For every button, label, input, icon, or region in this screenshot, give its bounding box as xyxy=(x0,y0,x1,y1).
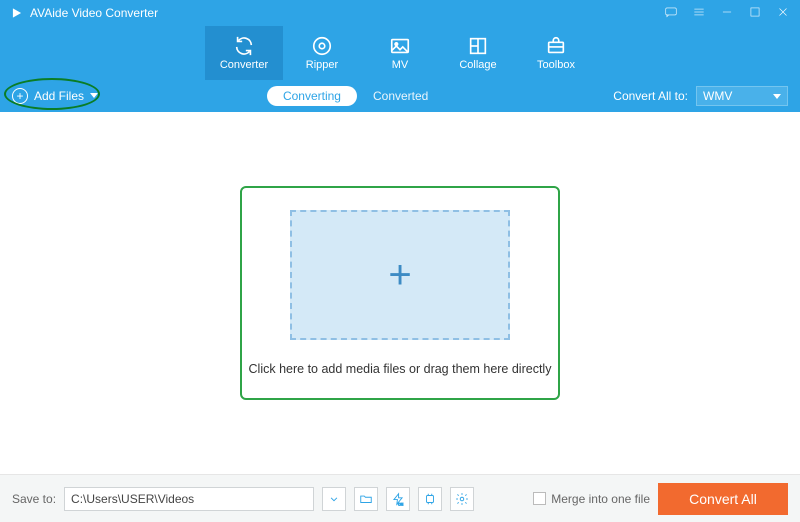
open-folder-button[interactable] xyxy=(354,487,378,511)
hardware-accel-button[interactable]: ON xyxy=(386,487,410,511)
chevron-down-icon xyxy=(773,94,781,99)
toolbox-icon xyxy=(545,35,567,57)
sync-icon xyxy=(233,35,255,57)
window-title: AVAide Video Converter xyxy=(30,6,158,20)
nav-label: MV xyxy=(392,59,409,71)
feedback-icon[interactable] xyxy=(664,5,678,22)
folder-icon xyxy=(359,492,373,506)
high-speed-button[interactable] xyxy=(418,487,442,511)
nav-label: Collage xyxy=(459,59,496,71)
title-bar: AVAide Video Converter xyxy=(0,0,800,26)
app-logo-icon xyxy=(10,6,24,20)
menu-icon[interactable] xyxy=(692,5,706,22)
tutorial-highlight-box: + Click here to add media files or drag … xyxy=(240,186,560,400)
format-value: WMV xyxy=(703,89,732,103)
add-files-label: Add Files xyxy=(34,89,84,103)
chevron-down-icon xyxy=(90,93,98,98)
footer-bar: Save to: ON Merge into one file Convert … xyxy=(0,474,800,522)
plus-icon: + xyxy=(388,253,411,298)
grid-icon xyxy=(467,35,489,57)
nav-label: Ripper xyxy=(306,59,338,71)
nav-ripper[interactable]: Ripper xyxy=(283,26,361,80)
convert-all-button[interactable]: Convert All xyxy=(658,483,788,515)
photo-icon xyxy=(389,35,411,57)
save-path-dropdown-button[interactable] xyxy=(322,487,346,511)
maximize-icon[interactable] xyxy=(748,5,762,22)
merge-label: Merge into one file xyxy=(551,492,650,506)
gear-icon xyxy=(455,492,469,506)
save-path-input[interactable] xyxy=(64,487,314,511)
convert-all-to-label: Convert All to: xyxy=(613,89,688,103)
main-nav: Converter Ripper MV Collage Toolbox xyxy=(0,26,800,80)
dropzone[interactable]: + xyxy=(290,210,510,340)
nav-label: Toolbox xyxy=(537,59,575,71)
tab-converting[interactable]: Converting xyxy=(267,86,357,106)
tab-converted[interactable]: Converted xyxy=(357,86,444,106)
chevron-down-icon xyxy=(327,492,341,506)
dropzone-text: Click here to add media files or drag th… xyxy=(249,362,552,376)
nav-converter[interactable]: Converter xyxy=(205,26,283,80)
nav-label: Converter xyxy=(220,59,268,71)
checkbox-icon xyxy=(533,492,546,505)
close-icon[interactable] xyxy=(776,5,790,22)
disc-icon xyxy=(311,35,333,57)
lightning-icon: ON xyxy=(391,492,405,506)
svg-text:ON: ON xyxy=(398,502,404,506)
save-to-label: Save to: xyxy=(12,492,56,506)
content-area: + Click here to add media files or drag … xyxy=(0,112,800,474)
chip-icon xyxy=(423,492,437,506)
nav-toolbox[interactable]: Toolbox xyxy=(517,26,595,80)
output-format-select[interactable]: WMV xyxy=(696,86,788,106)
sub-bar: Add Files Converting Converted Convert A… xyxy=(0,80,800,112)
add-files-button[interactable]: Add Files xyxy=(12,88,98,104)
minimize-icon[interactable] xyxy=(720,5,734,22)
plus-circle-icon xyxy=(12,88,28,104)
nav-mv[interactable]: MV xyxy=(361,26,439,80)
merge-checkbox[interactable]: Merge into one file xyxy=(533,492,650,506)
settings-button[interactable] xyxy=(450,487,474,511)
nav-collage[interactable]: Collage xyxy=(439,26,517,80)
